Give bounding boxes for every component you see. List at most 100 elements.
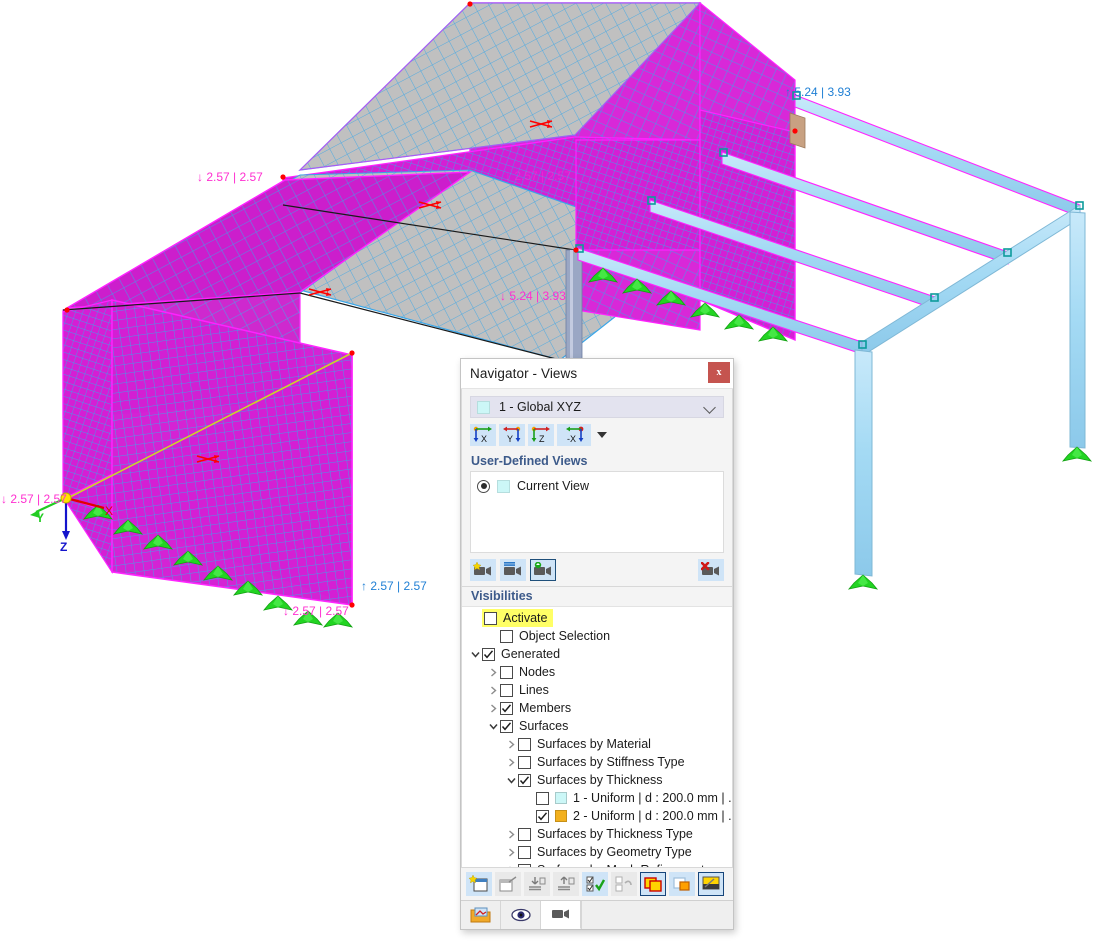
tree-item-label: Lines <box>519 683 549 698</box>
chevron-right-icon[interactable] <box>504 830 518 839</box>
tree-item-content: Generated <box>482 647 560 661</box>
tree-item-content: Activate <box>482 609 554 628</box>
tree-item-surfaces[interactable]: Surfaces <box>462 717 732 735</box>
checkbox-icon[interactable] <box>518 845 531 859</box>
tree-item-label: 1 - Uniform | d : 200.0 mm | ... <box>573 791 732 806</box>
tree-item-content: Members <box>500 701 571 715</box>
tree-item-content: Surfaces <box>500 719 568 733</box>
axis-neg-x-icon: -X <box>566 426 584 444</box>
tree-item-label: Surfaces by Stiffness Type <box>537 755 685 770</box>
checkbox-icon[interactable] <box>500 701 513 715</box>
user-defined-views-header: User-Defined Views <box>471 454 588 468</box>
visibilities-tree[interactable]: Activate Object Selection Generated Nodes Li… <box>462 606 732 867</box>
chevron-down-icon[interactable] <box>703 401 716 414</box>
tab-display-navigator[interactable] <box>501 900 541 929</box>
chevron-right-icon[interactable] <box>486 668 500 677</box>
chevron-down-icon[interactable] <box>468 650 482 659</box>
view-in-z-direction-button[interactable]: Z <box>528 424 554 446</box>
view-list-button[interactable] <box>500 559 526 582</box>
tree-item-nodes[interactable]: Nodes <box>462 663 732 681</box>
annotation-label: ↓ 2.57 | 2.57 <box>197 170 263 184</box>
show-single-button[interactable] <box>669 871 695 896</box>
view-in-y-direction-button[interactable]: Y <box>499 424 525 446</box>
view-in-x-direction-button[interactable]: X <box>470 424 496 446</box>
checkbox-icon[interactable] <box>518 755 531 769</box>
new-view-button[interactable] <box>470 559 496 582</box>
tree-item-surfaces-by-geometry-type[interactable]: Surfaces by Geometry Type <box>462 843 732 861</box>
view-item-label: Current View <box>517 479 590 493</box>
tree-item-content: Surfaces by Thickness Type <box>518 827 693 841</box>
display-mode-button[interactable] <box>698 871 724 896</box>
tab-views-navigator[interactable] <box>541 900 581 929</box>
tree-item-label: Generated <box>501 647 561 662</box>
edit-window-icon <box>499 876 517 892</box>
view-select-dropdown[interactable]: 1 - Global XYZ <box>470 396 724 418</box>
tree-item-label: Object Selection <box>519 629 611 644</box>
show-multiple-button[interactable] <box>640 871 666 896</box>
axis-more-dropdown-icon[interactable] <box>597 432 607 438</box>
checkbox-icon[interactable] <box>536 809 549 823</box>
navigator-views-dialog[interactable]: Navigator - Views x 1 - Global XYZ X Y Z… <box>460 358 734 930</box>
visibility-toolbar <box>461 866 733 900</box>
new-visibility-button[interactable] <box>466 871 492 896</box>
chevron-down-icon[interactable] <box>504 776 518 785</box>
tree-item-surfaces-by-thickness[interactable]: Surfaces by Thickness <box>462 771 732 789</box>
tree-item-1-uniform-d-200-0-mm[interactable]: 1 - Uniform | d : 200.0 mm | ... <box>462 789 732 807</box>
deselect-all-button[interactable] <box>611 871 637 896</box>
user-defined-views-list[interactable]: Current View <box>470 471 724 554</box>
dialog-titlebar[interactable]: Navigator - Views x <box>461 359 733 389</box>
annotation-label: ↓ 2.57 | 2.57 <box>1 492 67 506</box>
axis-label-y: Y <box>36 511 44 525</box>
select-all-button[interactable] <box>582 871 608 896</box>
export-icon <box>558 876 575 891</box>
tree-item-label: Surfaces by Material <box>537 737 651 752</box>
tree-item-surfaces-by-thickness-type[interactable]: Surfaces by Thickness Type <box>462 825 732 843</box>
checkbox-icon[interactable] <box>518 773 531 787</box>
radio-icon[interactable] <box>477 479 490 493</box>
list-item[interactable]: Current View <box>477 476 723 496</box>
checkbox-icon[interactable] <box>518 827 531 841</box>
tree-item-object-selection[interactable]: Object Selection <box>462 627 732 645</box>
dialog-title: Navigator - Views <box>470 366 578 381</box>
checkbox-icon[interactable] <box>536 791 549 805</box>
uncheck-all-icon <box>615 876 632 892</box>
chevron-right-icon[interactable] <box>504 758 518 767</box>
chevron-right-icon[interactable] <box>486 704 500 713</box>
chevron-down-icon[interactable] <box>486 722 500 731</box>
rendering-mode-icon <box>702 876 720 890</box>
view-select-value: 1 - Global XYZ <box>499 400 581 414</box>
tree-item-content: Object Selection <box>500 629 610 643</box>
checkbox-icon[interactable] <box>482 647 495 661</box>
tree-item-activate[interactable]: Activate <box>462 609 732 628</box>
import-visibility-button[interactable] <box>524 871 550 896</box>
tree-item-surfaces-by-material[interactable]: Surfaces by Material <box>462 735 732 753</box>
tree-item-2-uniform-d-200-0-mm[interactable]: 2 - Uniform | d : 200.0 mm | ... <box>462 807 732 825</box>
checkbox-icon[interactable] <box>500 719 513 733</box>
close-icon[interactable]: x <box>708 362 730 383</box>
tree-item-surfaces-by-stiffness-type[interactable]: Surfaces by Stiffness Type <box>462 753 732 771</box>
tree-item-content: Lines <box>500 683 549 697</box>
export-visibility-button[interactable] <box>553 871 579 896</box>
tree-item-generated[interactable]: Generated <box>462 645 732 663</box>
checkbox-icon[interactable] <box>500 629 513 643</box>
view-in-negative-x-direction-button[interactable]: -X <box>557 424 591 446</box>
tree-item-label: Surfaces <box>519 719 569 734</box>
tree-item-content: Surfaces by Thickness <box>518 773 663 787</box>
delete-view-button[interactable] <box>698 559 724 582</box>
edit-visibility-button[interactable] <box>495 871 521 896</box>
tabbar-filler <box>581 900 733 929</box>
chevron-right-icon[interactable] <box>504 740 518 749</box>
chevron-right-icon[interactable] <box>504 848 518 857</box>
tree-item-content: Surfaces by Geometry Type <box>518 845 692 859</box>
update-view-button[interactable] <box>530 559 556 582</box>
checkbox-icon[interactable] <box>484 611 497 625</box>
tree-item-lines[interactable]: Lines <box>462 681 732 699</box>
tab-project-navigator[interactable] <box>461 900 501 929</box>
axis-label-z: Z <box>60 540 67 554</box>
checkbox-icon[interactable] <box>500 665 513 679</box>
checkbox-icon[interactable] <box>500 683 513 697</box>
chevron-right-icon[interactable] <box>486 686 500 695</box>
checkbox-icon[interactable] <box>518 737 531 751</box>
import-icon <box>529 876 546 891</box>
tree-item-members[interactable]: Members <box>462 699 732 717</box>
